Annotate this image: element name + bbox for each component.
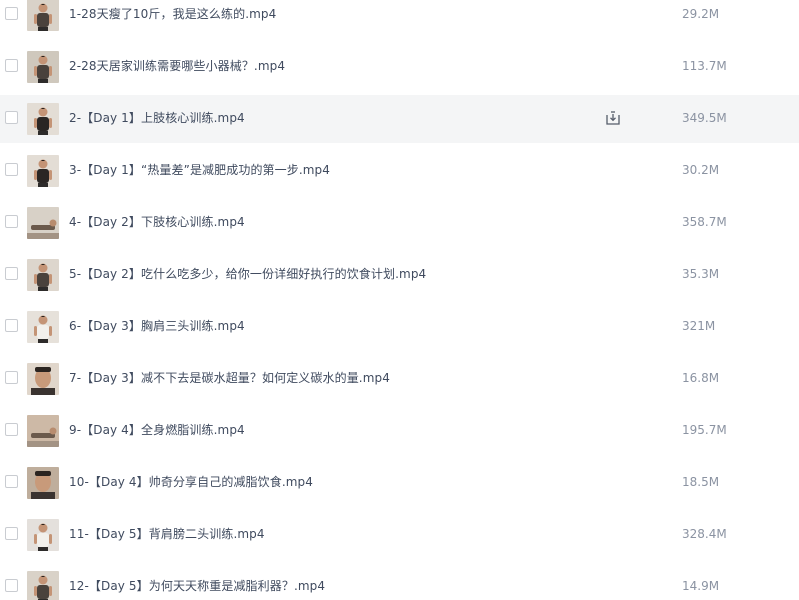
video-thumbnail[interactable]: [27, 363, 59, 395]
row-checkbox[interactable]: [5, 163, 18, 176]
file-name[interactable]: 5-【Day 2】吃什么吃多少，给你一份详细好执行的饮食计划.mp4: [69, 266, 426, 282]
row-checkbox[interactable]: [5, 423, 18, 436]
file-row[interactable]: 6-【Day 3】胸肩三头训练.mp4 321M: [0, 303, 799, 351]
row-checkbox[interactable]: [5, 319, 18, 332]
file-size: 18.5M: [682, 475, 720, 489]
file-list: 1-28天瘦了10斤，我是这么练的.mp4 29.2M 2-28天居家训练需要哪些小…: [0, 0, 799, 600]
file-row[interactable]: 3-【Day 1】“热量差”是减肥成功的第一步.mp4 30.2M: [0, 147, 799, 195]
row-checkbox[interactable]: [5, 267, 18, 280]
video-thumbnail[interactable]: [27, 51, 59, 83]
video-thumbnail[interactable]: [27, 207, 59, 239]
file-size: 195.7M: [682, 423, 727, 437]
row-checkbox[interactable]: [5, 371, 18, 384]
file-row[interactable]: 9-【Day 4】全身燃脂训练.mp4 195.7M: [0, 407, 799, 455]
row-checkbox[interactable]: [5, 475, 18, 488]
video-thumbnail[interactable]: [27, 103, 59, 135]
file-size: 35.3M: [682, 267, 720, 281]
file-name[interactable]: 2-28天居家训练需要哪些小器械？.mp4: [69, 58, 285, 74]
file-name[interactable]: 2-【Day 1】上肢核心训练.mp4: [69, 110, 245, 126]
file-name[interactable]: 4-【Day 2】下肢核心训练.mp4: [69, 214, 245, 230]
download-icon[interactable]: [605, 110, 621, 126]
file-name[interactable]: 7-【Day 3】减不下去是碳水超量？如何定义碳水的量.mp4: [69, 370, 390, 386]
file-row[interactable]: 4-【Day 2】下肢核心训练.mp4 358.7M: [0, 199, 799, 247]
video-thumbnail[interactable]: [27, 467, 59, 499]
file-row[interactable]: 11-【Day 5】背肩膀二头训练.mp4 328.4M: [0, 511, 799, 559]
file-name[interactable]: 11-【Day 5】背肩膀二头训练.mp4: [69, 526, 265, 542]
row-checkbox[interactable]: [5, 59, 18, 72]
file-row[interactable]: 5-【Day 2】吃什么吃多少，给你一份详细好执行的饮食计划.mp4 35.3M: [0, 251, 799, 299]
row-checkbox[interactable]: [5, 111, 18, 124]
file-row[interactable]: 7-【Day 3】减不下去是碳水超量？如何定义碳水的量.mp4 16.8M: [0, 355, 799, 403]
file-row[interactable]: 2-28天居家训练需要哪些小器械？.mp4 113.7M: [0, 43, 799, 91]
row-checkbox[interactable]: [5, 7, 18, 20]
file-row[interactable]: 1-28天瘦了10斤，我是这么练的.mp4 29.2M: [0, 0, 799, 39]
file-size: 321M: [682, 319, 716, 333]
file-name[interactable]: 3-【Day 1】“热量差”是减肥成功的第一步.mp4: [69, 162, 330, 178]
file-size: 30.2M: [682, 163, 720, 177]
file-name[interactable]: 10-【Day 4】帅奇分享自己的减脂饮食.mp4: [69, 474, 313, 490]
video-thumbnail[interactable]: [27, 311, 59, 343]
file-size: 328.4M: [682, 527, 727, 541]
file-name[interactable]: 1-28天瘦了10斤，我是这么练的.mp4: [69, 6, 276, 22]
file-row[interactable]: 2-【Day 1】上肢核心训练.mp4 349.5M: [0, 95, 799, 143]
file-name[interactable]: 6-【Day 3】胸肩三头训练.mp4: [69, 318, 245, 334]
file-size: 29.2M: [682, 7, 720, 21]
file-size: 113.7M: [682, 59, 727, 73]
file-size: 358.7M: [682, 215, 727, 229]
file-size: 16.8M: [682, 371, 720, 385]
row-checkbox[interactable]: [5, 579, 18, 592]
row-checkbox[interactable]: [5, 527, 18, 540]
file-name[interactable]: 12-【Day 5】为何天天称重是减脂利器？.mp4: [69, 578, 325, 594]
file-size: 349.5M: [682, 111, 727, 125]
video-thumbnail[interactable]: [27, 519, 59, 551]
row-checkbox[interactable]: [5, 215, 18, 228]
file-row[interactable]: 10-【Day 4】帅奇分享自己的减脂饮食.mp4 18.5M: [0, 459, 799, 507]
video-thumbnail[interactable]: [27, 415, 59, 447]
file-size: 14.9M: [682, 579, 720, 593]
video-thumbnail[interactable]: [27, 155, 59, 187]
video-thumbnail[interactable]: [27, 0, 59, 31]
file-name[interactable]: 9-【Day 4】全身燃脂训练.mp4: [69, 422, 245, 438]
video-thumbnail[interactable]: [27, 259, 59, 291]
file-row[interactable]: 12-【Day 5】为何天天称重是减脂利器？.mp4 14.9M: [0, 563, 799, 600]
video-thumbnail[interactable]: [27, 571, 59, 600]
